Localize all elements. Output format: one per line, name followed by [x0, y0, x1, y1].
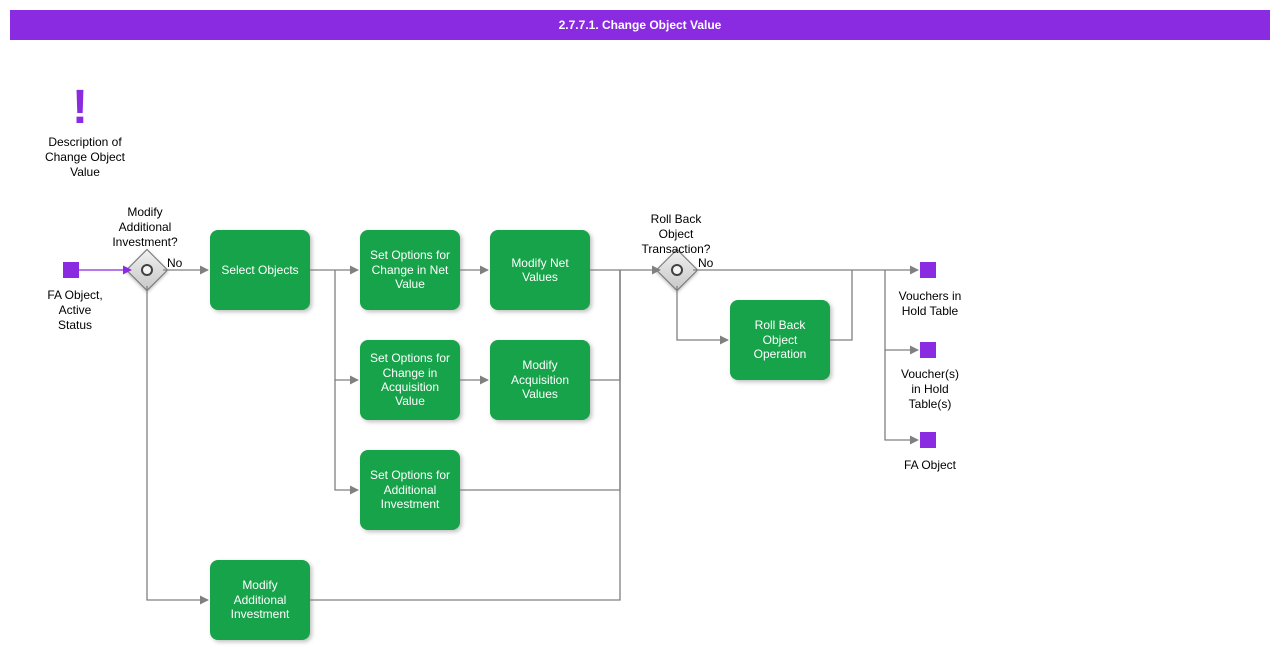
end3-label: FA Object [890, 458, 970, 473]
task-mod-add: Modify Additional Investment [210, 560, 310, 640]
gateway-rollback [662, 255, 692, 285]
end2 [920, 342, 936, 358]
gateway2-no: No [698, 256, 713, 270]
task-opt-add: Set Options for Additional Investment [360, 450, 460, 530]
task-opt-acq: Set Options for Change in Acquisition Va… [360, 340, 460, 420]
end3 [920, 432, 936, 448]
end2-label: Voucher(s) in Hold Table(s) [890, 367, 970, 412]
task-mod-net: Modify Net Values [490, 230, 590, 310]
task-select-objects: Select Objects [210, 230, 310, 310]
gateway1-no: No [167, 256, 182, 270]
task-opt-net: Set Options for Change in Net Value [360, 230, 460, 310]
exclamation-icon: ! [72, 80, 88, 135]
gateway-modify-additional [132, 255, 162, 285]
title-bar: 2.7.7.1. Change Object Value [10, 10, 1270, 40]
flow-lines [0, 0, 1280, 650]
title-text: 2.7.7.1. Change Object Value [559, 18, 722, 32]
start-label: FA Object, Active Status [35, 288, 115, 333]
diagram-canvas: 2.7.7.1. Change Object Value ! Descripti… [0, 0, 1280, 650]
start-event [63, 262, 79, 278]
task-mod-acq: Modify Acquisition Values [490, 340, 590, 420]
task-rollback: Roll Back Object Operation [730, 300, 830, 380]
end1-label: Vouchers in Hold Table [890, 289, 970, 319]
gateway2-label: Roll Back Object Transaction? [636, 212, 716, 257]
gateway1-label: Modify Additional Investment? [105, 205, 185, 250]
end1 [920, 262, 936, 278]
annotation-label: Description of Change Object Value [35, 135, 135, 180]
